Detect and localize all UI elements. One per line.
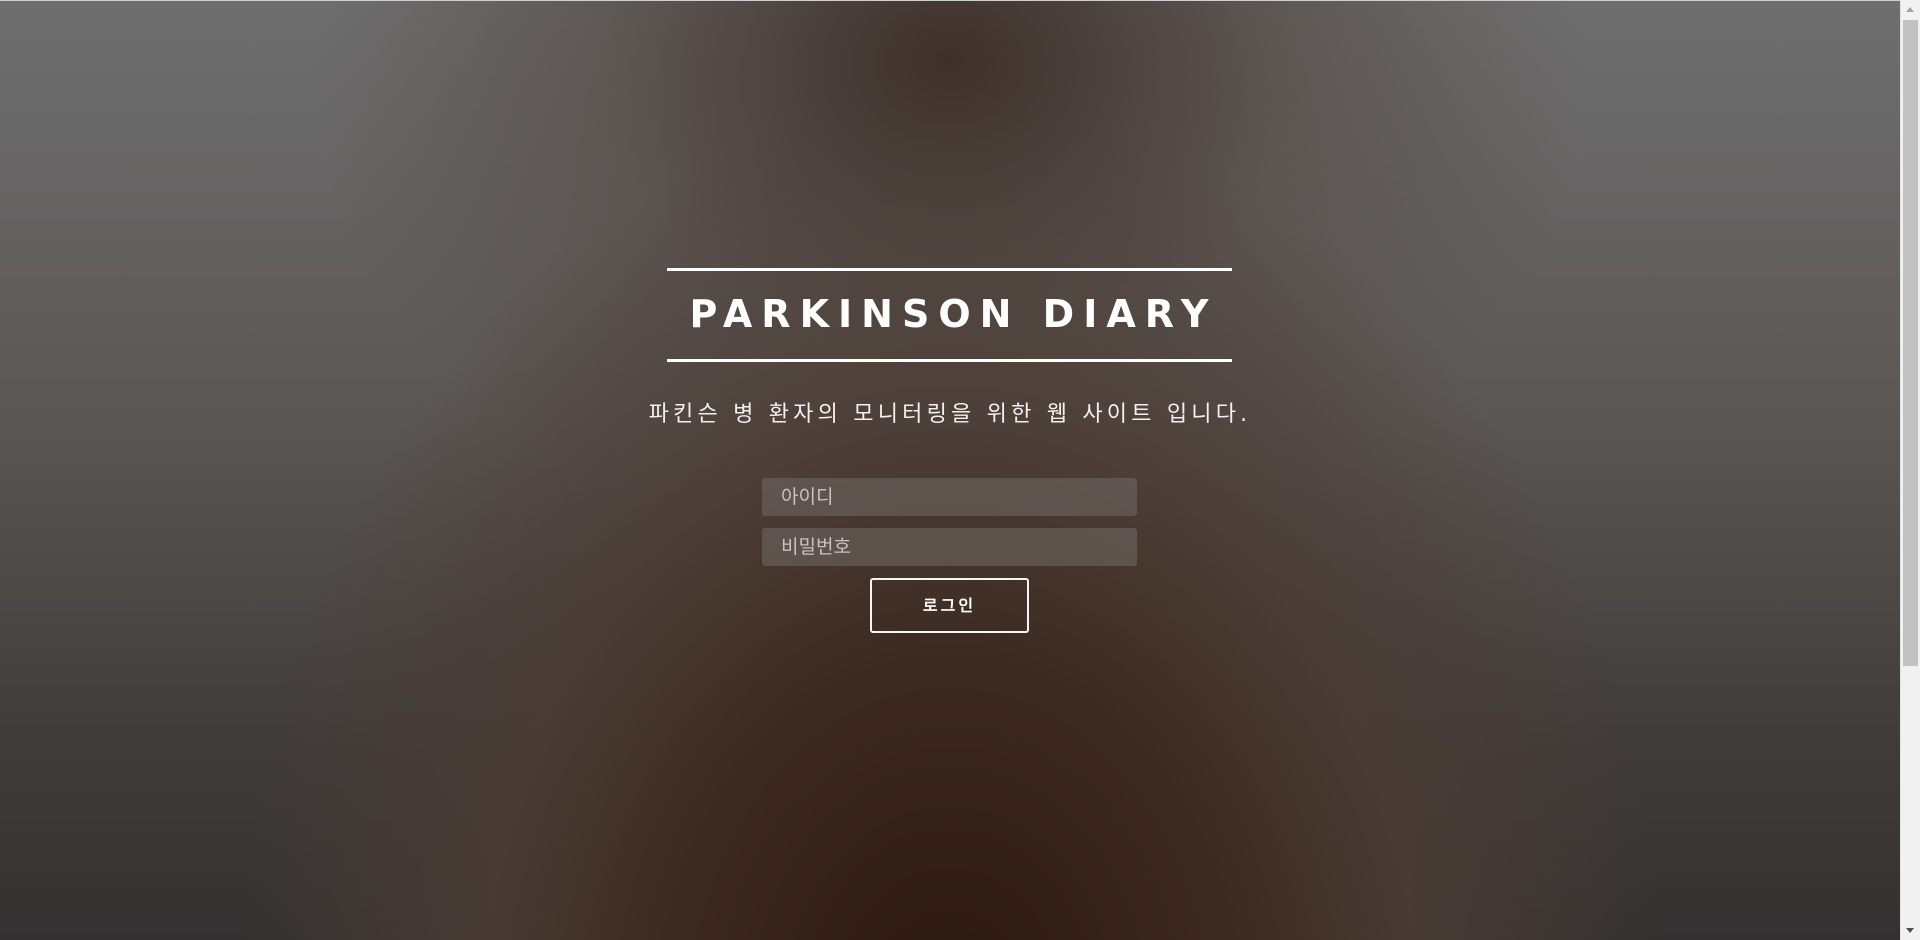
scroll-down-arrow-icon[interactable]: [1906, 928, 1914, 933]
page-background: [0, 1, 1900, 940]
top-border: [0, 0, 1920, 1]
username-input[interactable]: [762, 478, 1137, 516]
scrollbar-thumb[interactable]: [1903, 20, 1918, 666]
vertical-scrollbar[interactable]: [1900, 0, 1920, 940]
login-button[interactable]: 로그인: [870, 578, 1029, 633]
password-input[interactable]: [762, 528, 1137, 566]
site-header: PARKINSON DIARY: [667, 268, 1232, 362]
site-title: PARKINSON DIARY: [689, 292, 1218, 336]
title-bottom-rule: [667, 359, 1232, 362]
site-description: 파킨슨 병 환자의 모니터링을 위한 웹 사이트 입니다.: [648, 402, 1252, 427]
scroll-up-arrow-icon[interactable]: [1906, 7, 1914, 12]
